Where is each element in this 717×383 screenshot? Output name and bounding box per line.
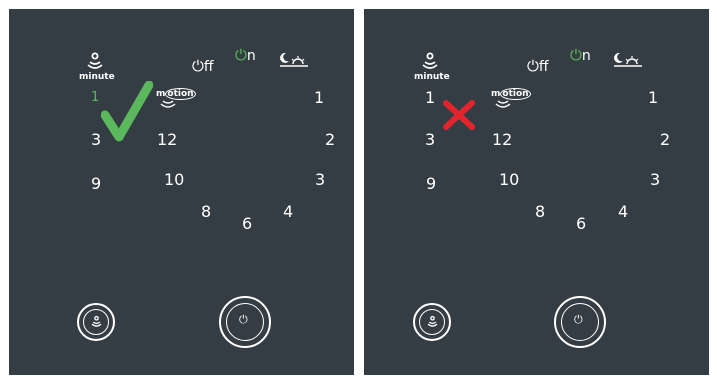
daynight-1: 1 [314,88,325,107]
checkmark-icon [101,81,153,142]
day-night-icon [280,52,308,67]
daynight-4: 4 [283,202,294,221]
daynight-6: 6 [242,214,253,233]
power-on-icon: ⏻ [235,46,247,64]
sensor-waves-icon [427,315,438,327]
minute-1: 1 [425,88,436,107]
sensor-waves-icon [91,315,102,327]
sensor-waves-icon [422,52,438,69]
right-control-panel: minute 1 3 9 m otion 12 10 ⏻ff ⏻n 1 2 3 4… [364,9,709,375]
power-off-icon: ⏻ [192,57,204,75]
power-icon: ⏻ [574,313,583,326]
panel-divider [358,16,361,368]
minute-label: minute [414,72,450,82]
sensor-button[interactable] [77,303,115,341]
power-on-icon: ⏻ [570,46,582,64]
motion-10: 10 [499,170,520,189]
daynight-2: 2 [660,130,671,149]
sensor-waves-icon [87,52,103,69]
motion-12: 12 [492,130,513,149]
minute-9: 9 [426,174,437,193]
daynight-3: 3 [650,170,661,189]
motion-label: m otion [491,88,531,100]
motion-waves-icon [495,100,511,108]
minute-9: 9 [91,174,102,193]
power-off-icon: ⏻ [527,57,539,75]
motion-12: 12 [157,130,178,149]
daynight-1: 1 [648,88,659,107]
motion-label: m otion [156,88,196,100]
daynight-8: 8 [201,202,212,221]
daynight-8: 8 [535,202,546,221]
cross-icon [443,100,475,130]
off-label: ⏻ff [192,57,214,75]
motion-10: 10 [164,170,185,189]
minute-3: 3 [91,130,102,149]
power-button[interactable]: ⏻ [219,296,271,348]
daynight-3: 3 [315,170,326,189]
on-label: ⏻n [570,46,591,64]
day-night-icon [614,52,642,67]
power-button[interactable]: ⏻ [554,296,606,348]
off-label: ⏻ff [527,57,549,75]
on-label: ⏻n [235,46,256,64]
power-icon: ⏻ [239,313,248,326]
left-control-panel: minute 1 3 9 m otion 12 10 ⏻ff ⏻n 1 2 3 4… [9,9,354,375]
minute-3: 3 [425,130,436,149]
sensor-button[interactable] [413,303,451,341]
minute-1-green: 1 [91,90,100,105]
daynight-4: 4 [618,202,629,221]
daynight-6: 6 [576,214,587,233]
daynight-2: 2 [325,130,336,149]
motion-waves-icon [160,100,176,108]
